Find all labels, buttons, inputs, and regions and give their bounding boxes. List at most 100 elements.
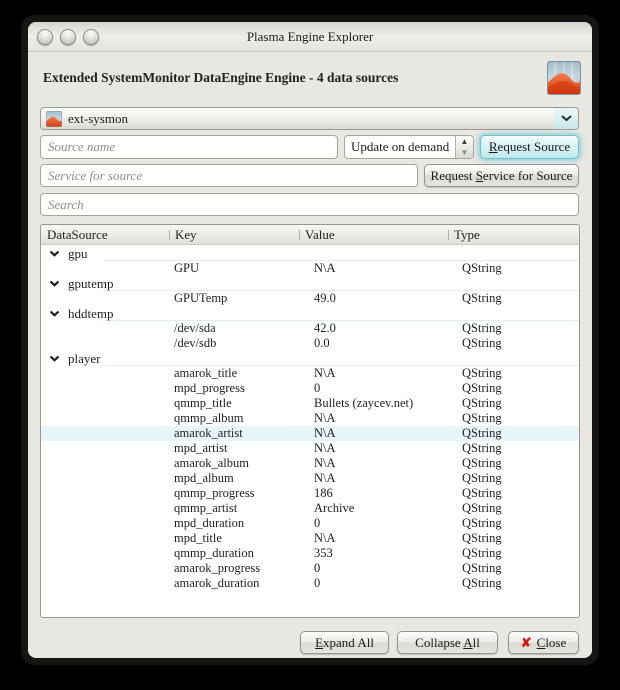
data-row-amarok_progress[interactable]: amarok_progress0QString (41, 561, 579, 576)
title-bar[interactable]: Plasma Engine Explorer (28, 22, 592, 52)
key-cell: amarok_title (169, 366, 299, 381)
type-cell: QString (448, 531, 579, 546)
key-cell: mpd_album (169, 471, 299, 486)
key-cell: qmmp_title (169, 396, 299, 411)
key-cell: /dev/sda (169, 321, 299, 336)
data-row-qmmp_album[interactable]: qmmp_albumN\AQString (41, 411, 579, 426)
key-cell: GPU (169, 261, 299, 276)
column-header-type[interactable]: Type (448, 225, 579, 244)
key-cell: mpd_duration (169, 516, 299, 531)
spin-up-icon[interactable]: ▲ (456, 136, 473, 147)
data-row-mpd_artist[interactable]: mpd_artistN\AQString (41, 441, 579, 456)
data-row-mpd_album[interactable]: mpd_albumN\AQString (41, 471, 579, 486)
data-row-mpd_progress[interactable]: mpd_progress0QString (41, 381, 579, 396)
value-cell: Archive (299, 501, 448, 516)
update-interval-spinbox[interactable]: Update on demand ▲ ▼ (344, 135, 474, 159)
data-row-qmmp_duration[interactable]: qmmp_duration353QString (41, 546, 579, 561)
type-cell: QString (448, 441, 579, 456)
service-for-source-input[interactable] (40, 164, 418, 187)
request-service-button[interactable]: Request Service for Source (424, 164, 579, 187)
type-cell: QString (448, 426, 579, 441)
value-cell: 186 (299, 486, 448, 501)
data-row-qmmp_title[interactable]: qmmp_titleBullets (zaycev.net)QString (41, 396, 579, 411)
group-row-hddtemp[interactable]: hddtemp (41, 306, 579, 321)
key-cell: qmmp_artist (169, 501, 299, 516)
screen: { "window": { "title": "Plasma Engine Ex… (0, 0, 620, 690)
window-frame: Plasma Engine Explorer Extended SystemMo… (21, 15, 599, 665)
table-header: DataSource Key Value Type (41, 225, 579, 245)
value-cell: N\A (299, 456, 448, 471)
type-cell: QString (448, 471, 579, 486)
engine-select[interactable]: ext-sysmon (40, 107, 579, 130)
update-interval-value: Update on demand (345, 136, 455, 158)
group-label: hddtemp (68, 306, 114, 321)
engine-item-icon (46, 111, 62, 127)
type-cell: QString (448, 261, 579, 276)
group-row-player[interactable]: player (41, 351, 579, 366)
column-header-datasource[interactable]: DataSource (41, 225, 169, 244)
group-row-gpu[interactable]: gpu (41, 246, 579, 261)
data-row-amarok_artist[interactable]: amarok_artistN\AQString (41, 426, 579, 441)
key-cell: amarok_album (169, 456, 299, 471)
spin-down-icon[interactable]: ▼ (456, 147, 473, 158)
type-cell: QString (448, 321, 579, 336)
key-cell: qmmp_duration (169, 546, 299, 561)
key-cell: amarok_progress (169, 561, 299, 576)
key-cell: GPUTemp (169, 291, 299, 306)
search-input[interactable] (40, 193, 579, 216)
group-label: gputemp (68, 276, 114, 291)
group-label: player (68, 351, 100, 366)
data-row-qmmp_artist[interactable]: qmmp_artistArchiveQString (41, 501, 579, 516)
value-cell: N\A (299, 471, 448, 486)
type-cell: QString (448, 456, 579, 471)
type-cell: QString (448, 396, 579, 411)
data-row-amarok_album[interactable]: amarok_albumN\AQString (41, 456, 579, 471)
collapse-all-button[interactable]: Collapse All (397, 631, 498, 654)
data-row-GPU[interactable]: GPUN\AQString (41, 261, 579, 276)
value-cell: N\A (299, 411, 448, 426)
type-cell: QString (448, 546, 579, 561)
chevron-down-icon[interactable] (49, 310, 60, 317)
column-header-key[interactable]: Key (169, 225, 299, 244)
type-cell: QString (448, 561, 579, 576)
value-cell: N\A (299, 426, 448, 441)
value-cell: Bullets (zaycev.net) (299, 396, 448, 411)
value-cell: 42.0 (299, 321, 448, 336)
data-source-tree: DataSource Key Value Type gpuGPUN\AQStri… (40, 224, 580, 618)
data-row-/dev/sda[interactable]: /dev/sda42.0QString (41, 321, 579, 336)
data-row-/dev/sdb[interactable]: /dev/sdb0.0QString (41, 336, 579, 351)
data-row-GPUTemp[interactable]: GPUTemp49.0QString (41, 291, 579, 306)
system-monitor-icon (547, 61, 581, 95)
value-cell: 0.0 (299, 336, 448, 351)
value-cell: 353 (299, 546, 448, 561)
value-cell: 0 (299, 381, 448, 396)
data-row-mpd_duration[interactable]: mpd_duration0QString (41, 516, 579, 531)
column-header-value[interactable]: Value (299, 225, 448, 244)
key-cell: amarok_duration (169, 576, 299, 591)
value-cell: N\A (299, 441, 448, 456)
type-cell: QString (448, 516, 579, 531)
chevron-down-icon[interactable] (49, 280, 60, 287)
data-row-mpd_title[interactable]: mpd_titleN\AQString (41, 531, 579, 546)
request-source-button[interactable]: Request Source (480, 135, 579, 159)
data-row-qmmp_progress[interactable]: qmmp_progress186QString (41, 486, 579, 501)
chevron-down-icon[interactable] (49, 250, 60, 257)
group-label: gpu (68, 246, 88, 261)
chevron-down-icon[interactable] (49, 355, 60, 362)
key-cell: mpd_progress (169, 381, 299, 396)
data-row-amarok_duration[interactable]: amarok_duration0QString (41, 576, 579, 591)
key-cell: /dev/sdb (169, 336, 299, 351)
type-cell: QString (448, 366, 579, 381)
source-name-input[interactable] (40, 135, 338, 159)
expand-all-button[interactable]: Expand All (300, 631, 389, 654)
value-cell: N\A (299, 261, 448, 276)
close-x-icon: ✘ (521, 635, 532, 651)
chevron-down-icon[interactable] (554, 108, 578, 129)
group-row-gputemp[interactable]: gputemp (41, 276, 579, 291)
value-cell: 0 (299, 516, 448, 531)
value-cell: 0 (299, 561, 448, 576)
table-body: gpuGPUN\AQStringgputempGPUTemp49.0QStrin… (41, 245, 579, 591)
data-row-amarok_title[interactable]: amarok_titleN\AQString (41, 366, 579, 381)
close-button[interactable]: ✘ Close (508, 631, 579, 654)
engine-select-value: ext-sysmon (68, 111, 554, 127)
